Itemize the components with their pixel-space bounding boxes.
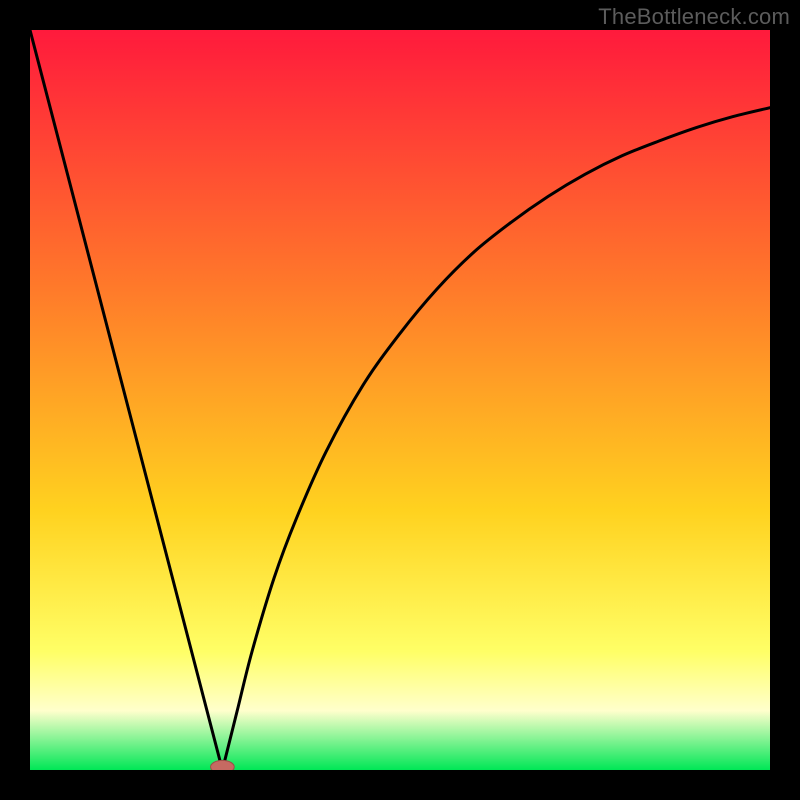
minimum-marker [211, 760, 235, 770]
chart-frame [30, 30, 770, 770]
bottleneck-chart [30, 30, 770, 770]
attribution-text: TheBottleneck.com [598, 4, 790, 30]
